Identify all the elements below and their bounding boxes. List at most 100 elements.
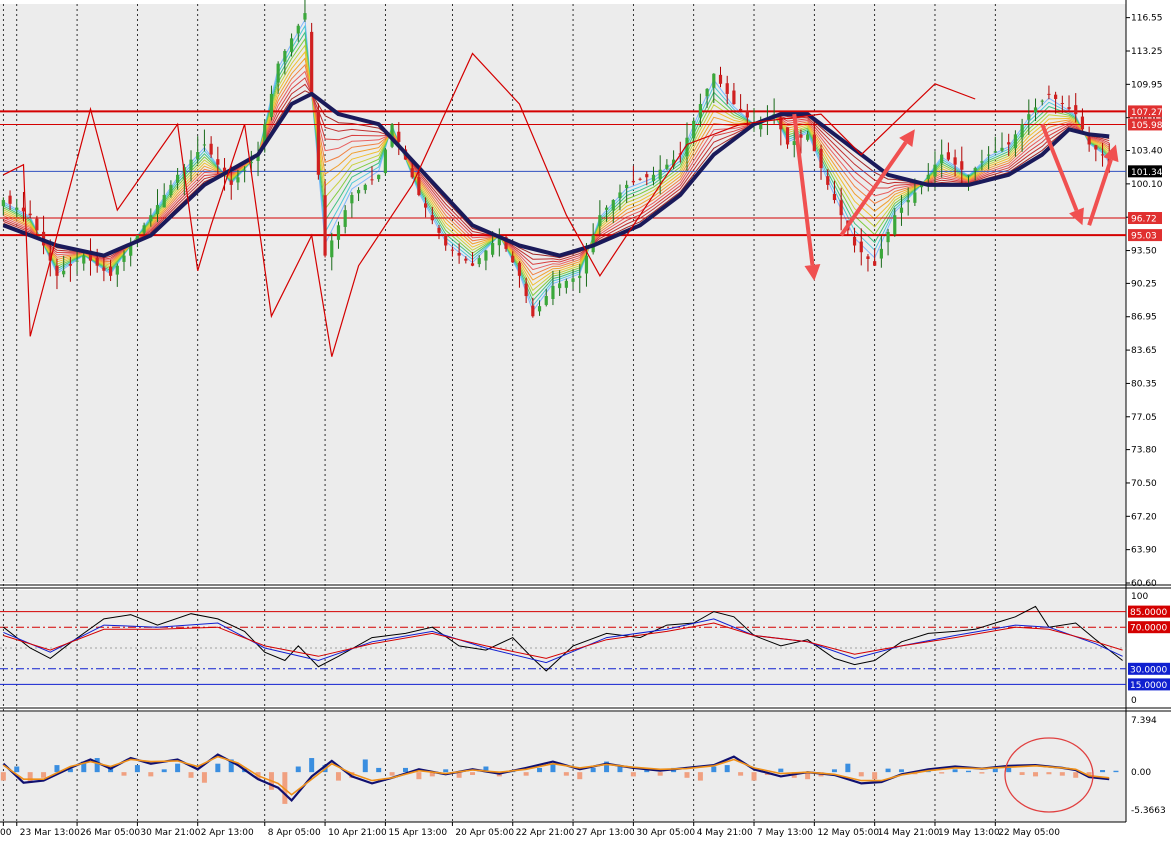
osc-level-label: 70.0000 [1130, 624, 1167, 634]
y-tick-label: 90.25 [1131, 279, 1157, 289]
candle-body [316, 109, 320, 175]
trading-chart[interactable]: 116.55113.25109.95106.65103.40100.1096.8… [0, 0, 1171, 839]
candle-body [1013, 134, 1018, 149]
candle-body [450, 249, 455, 251]
candle-body [1007, 142, 1011, 145]
candle-body [819, 148, 823, 169]
macd-histogram-bar [979, 772, 985, 774]
candle-body [283, 50, 287, 62]
candle-body [651, 174, 656, 182]
candle-body [973, 168, 977, 171]
candle-body [444, 234, 448, 246]
y-tick-label: 70.50 [1131, 479, 1157, 489]
candle-body [866, 256, 870, 259]
candle-body [899, 207, 904, 213]
candle-body [852, 236, 857, 246]
x-tick-label: 23 Mar 13:00 [20, 828, 80, 838]
macd-histogram-bar [563, 772, 569, 776]
candle-body [196, 152, 200, 160]
y-tick-label: 86.95 [1131, 313, 1157, 323]
candle-body [68, 264, 72, 266]
price-label-text: 95.03 [1131, 232, 1157, 242]
macd-histogram-bar [201, 772, 207, 783]
macd-histogram-bar [845, 763, 851, 773]
candle-body [162, 194, 166, 208]
candle-body [785, 127, 790, 145]
candle-body [1060, 102, 1064, 105]
x-tick-label: 12 May 05:00 [817, 828, 879, 838]
macd-histogram-bar [751, 772, 757, 781]
candle-body [169, 184, 173, 196]
candle-body [202, 144, 207, 146]
candle-body [665, 164, 669, 169]
macd-histogram-bar [778, 768, 784, 773]
candle-body [1100, 154, 1105, 156]
candle-body [15, 207, 19, 210]
macd-tick-label: 7.394 [1131, 716, 1157, 726]
price-panel [0, 4, 1126, 583]
macd-histogram-bar [134, 765, 140, 773]
x-tick-label: 22 Apr 21:00 [516, 828, 575, 838]
osc-level-label: 30.0000 [1130, 665, 1167, 675]
candle-body [383, 149, 387, 174]
candle-body [142, 225, 146, 233]
candle-body [129, 245, 133, 256]
x-tick-label: 8 Apr 05:00 [268, 828, 321, 838]
candle-body [95, 257, 99, 266]
candle-body [82, 255, 86, 264]
x-tick-label: 26 Mar 05:00 [80, 828, 140, 838]
candle-body [417, 177, 421, 195]
candle-body [745, 110, 749, 118]
macd-histogram-bar [121, 772, 127, 776]
candle-body [826, 176, 830, 185]
x-tick-label: 14 May 21:00 [878, 828, 940, 838]
macd-histogram-bar [402, 767, 408, 773]
macd-histogram-bar [872, 772, 878, 780]
macd-tick-label: -5.3663 [1131, 806, 1166, 816]
candle-body [631, 180, 635, 183]
macd-histogram-bar [831, 769, 837, 773]
candle-body [21, 207, 26, 212]
macd-histogram-bar [858, 772, 864, 777]
macd-histogram-bar [965, 770, 971, 773]
candle-body [470, 263, 475, 266]
macd-histogram-bar [295, 766, 301, 773]
candle-body [1033, 107, 1038, 113]
macd-histogram-bar [577, 772, 583, 780]
candle-body [115, 265, 119, 275]
candle-body [739, 108, 743, 111]
candle-body [1040, 100, 1044, 102]
macd-histogram-bar [54, 765, 60, 773]
macd-histogram-bar [898, 769, 904, 773]
macd-histogram-bar [724, 765, 730, 773]
candle-body [336, 225, 341, 240]
candle-body [430, 215, 434, 221]
macd-histogram-bar [550, 763, 556, 773]
macd-histogram-bar [376, 767, 382, 773]
candle-body [879, 248, 883, 259]
macd-histogram-bar [630, 772, 636, 777]
candle-body [511, 255, 515, 263]
candle-body [564, 280, 568, 288]
candle-body [839, 200, 843, 216]
candle-body [397, 131, 401, 142]
price-label-text: 107.27 [1131, 108, 1163, 118]
candle-body [980, 161, 984, 163]
candle-body [330, 240, 334, 258]
candle-body [55, 265, 59, 276]
candle-body [698, 104, 702, 118]
candle-body [1080, 116, 1085, 130]
x-tick-label: 22 May 05:00 [998, 828, 1060, 838]
candle-body [558, 283, 562, 289]
x-tick-label: 4 May 21:00 [697, 828, 753, 838]
macd-histogram-bar [148, 772, 154, 777]
candle-body [303, 13, 307, 20]
candle-body [62, 270, 66, 275]
osc-tick-label: 0 [1131, 696, 1137, 706]
candle-body [1074, 105, 1078, 115]
macd-histogram-bar [738, 772, 744, 776]
candle-body [122, 255, 126, 262]
candle-body [457, 252, 461, 256]
candle-body [102, 267, 106, 271]
candle-body [551, 285, 555, 299]
